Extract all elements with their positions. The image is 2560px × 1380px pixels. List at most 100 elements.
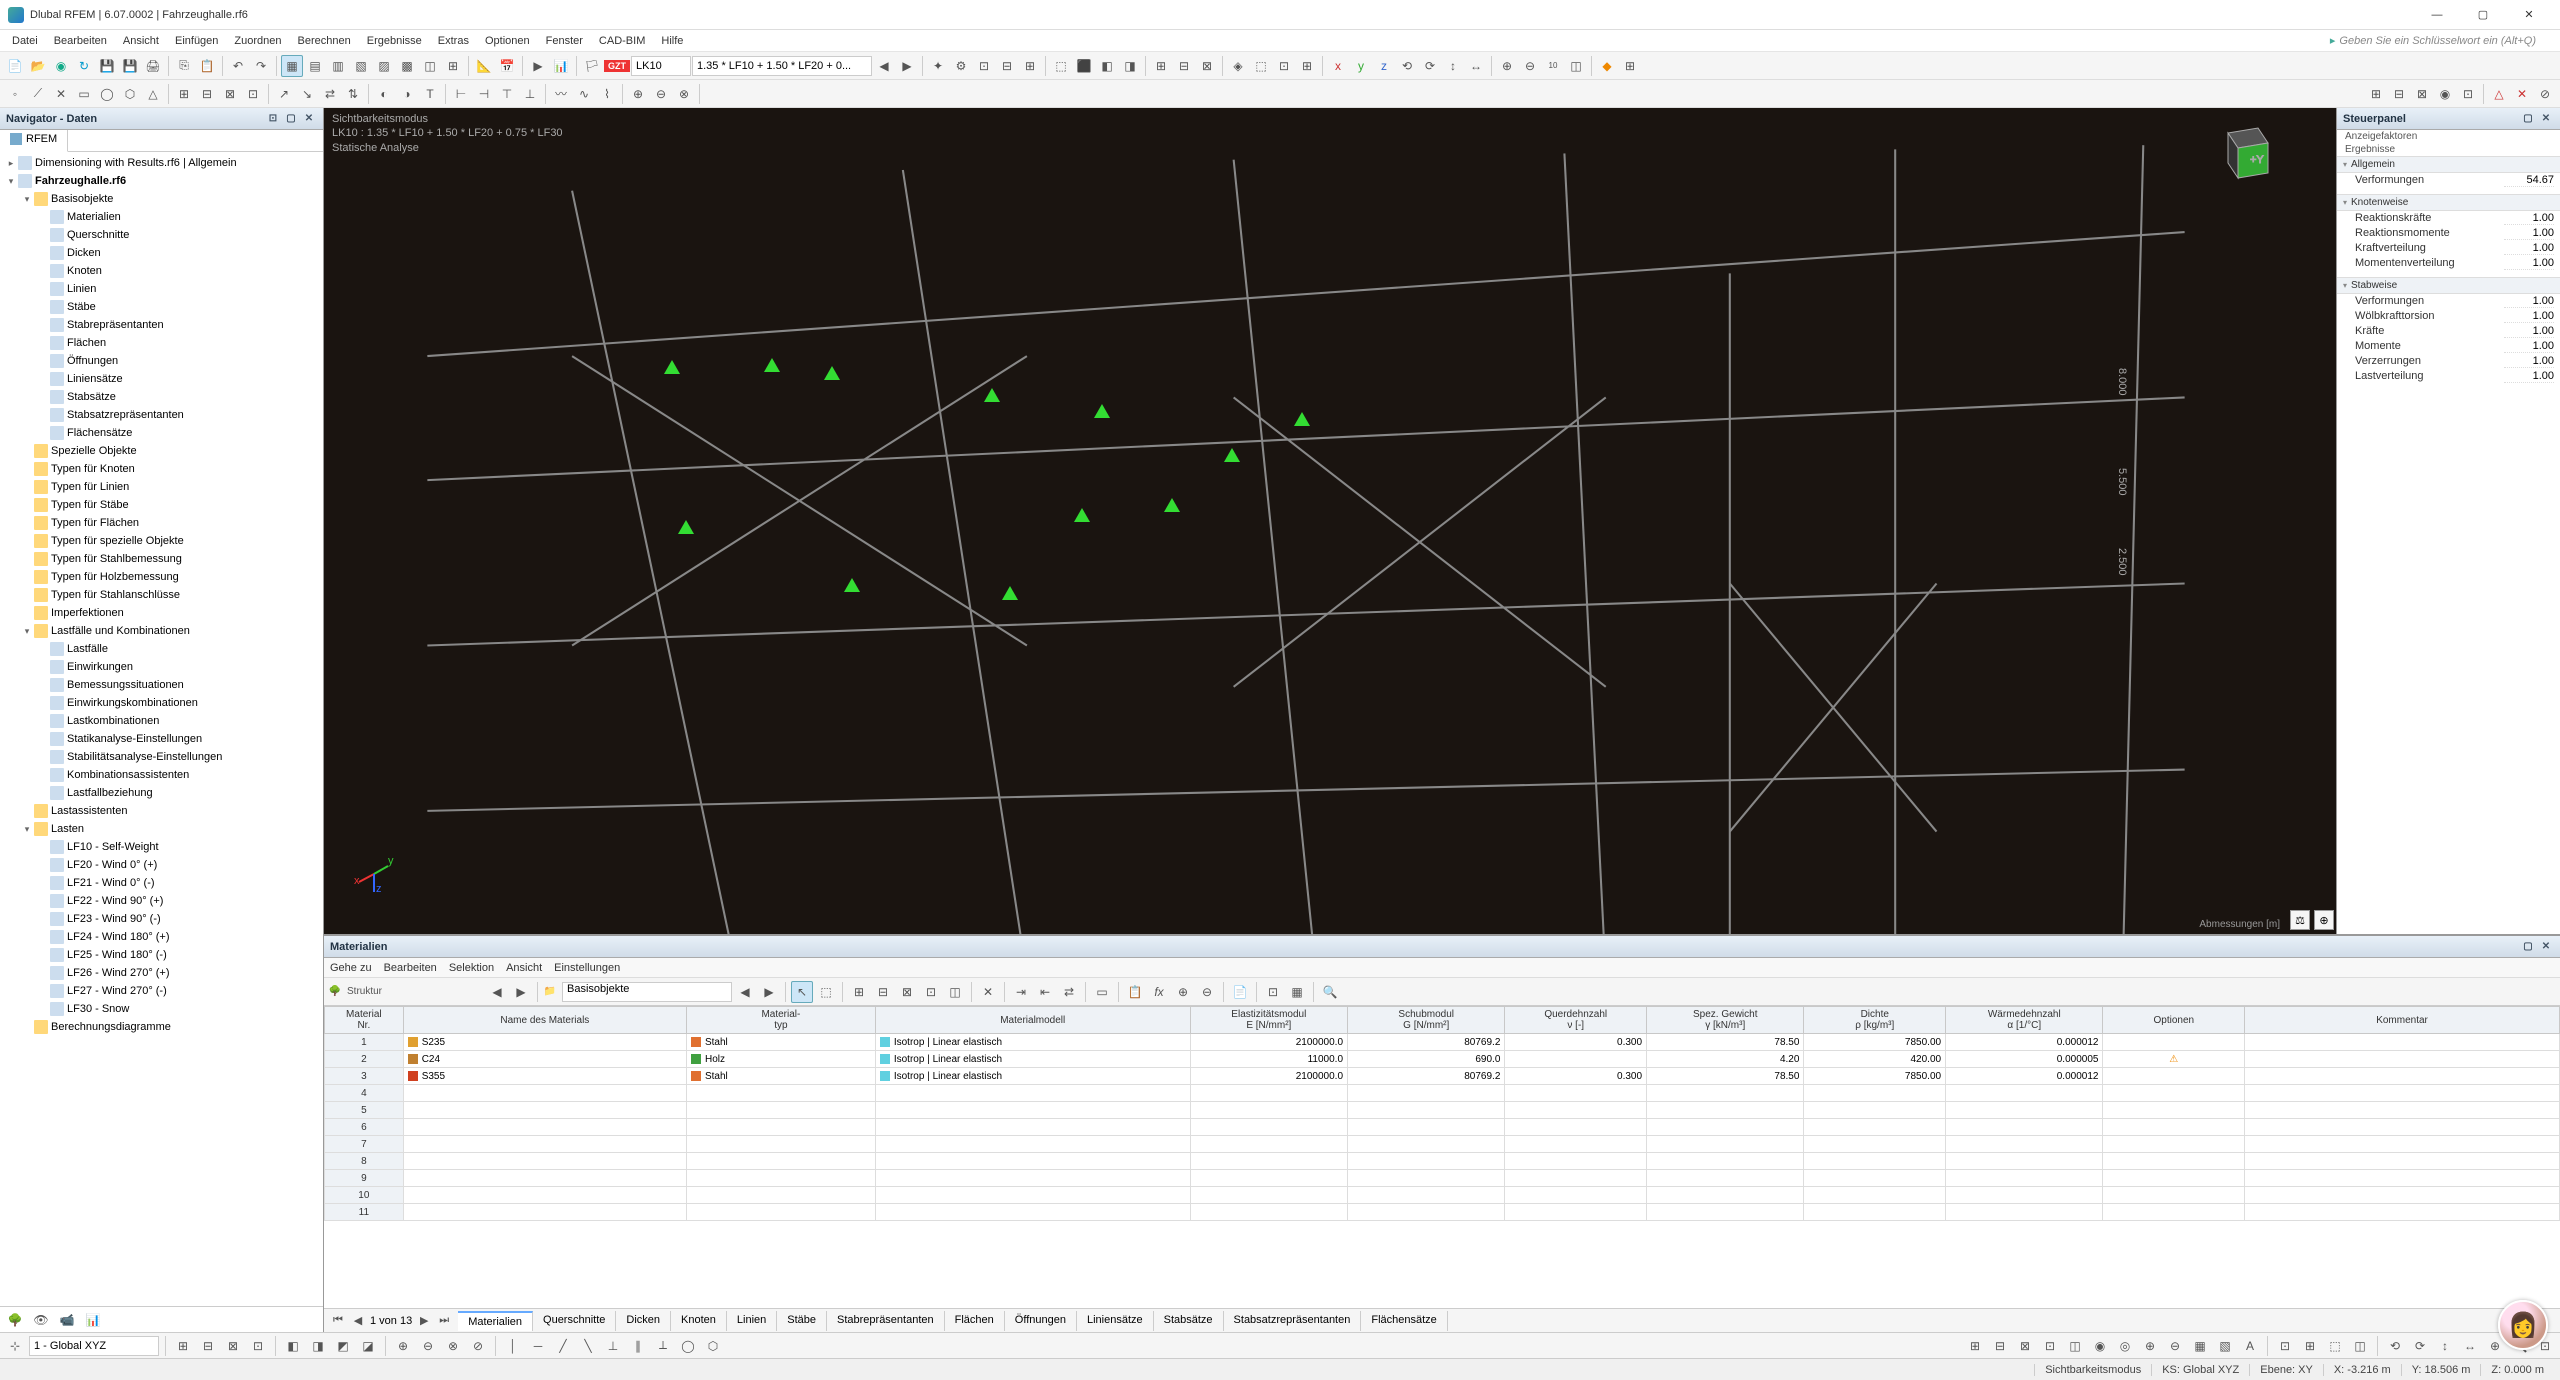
tree-item[interactable]: Kombinationsassistenten bbox=[0, 766, 323, 784]
lt-i-icon[interactable]: ▭ bbox=[1091, 981, 1113, 1003]
col-header[interactable]: SchubmodulG [N/mm²] bbox=[1348, 1007, 1505, 1034]
tree-item[interactable]: Flächensätze bbox=[0, 424, 323, 442]
sp-row[interactable]: Verzerrungen1.00 bbox=[2337, 354, 2560, 369]
lower-tab[interactable]: Querschnitte bbox=[533, 1311, 616, 1331]
t2-22-icon[interactable]: ⊥ bbox=[519, 83, 541, 105]
t2-14-icon[interactable]: ⇄ bbox=[319, 83, 341, 105]
bt-12-icon[interactable]: ⊘ bbox=[467, 1335, 489, 1357]
sp-row[interactable]: Kraftverteilung1.00 bbox=[2337, 241, 2560, 256]
table-row[interactable]: 9 bbox=[325, 1170, 2560, 1187]
end-a-icon[interactable]: ◆ bbox=[1596, 55, 1618, 77]
table-row[interactable]: 8 bbox=[325, 1153, 2560, 1170]
axis-c-icon[interactable]: ↕ bbox=[1442, 55, 1464, 77]
paste-icon[interactable]: 📋 bbox=[196, 55, 218, 77]
tree-item[interactable]: ▾Fahrzeughalle.rf6 bbox=[0, 172, 323, 190]
lt-cursor-icon[interactable]: ↖ bbox=[791, 981, 813, 1003]
col-header[interactable]: Spez. Gewichtγ [kN/m³] bbox=[1647, 1007, 1804, 1034]
lt-e-icon[interactable]: ◫ bbox=[944, 981, 966, 1003]
lower-tab[interactable]: Dicken bbox=[616, 1311, 671, 1331]
tree-item[interactable]: Typen für Knoten bbox=[0, 460, 323, 478]
navtab-data-icon[interactable]: 🌳 bbox=[4, 1309, 26, 1331]
copy-icon[interactable]: ⎘ bbox=[173, 55, 195, 77]
box-icon[interactable]: ⬚ bbox=[1250, 55, 1272, 77]
lt-k-icon[interactable]: ⊕ bbox=[1172, 981, 1194, 1003]
view7-icon[interactable]: ◫ bbox=[419, 55, 441, 77]
pg-next-icon[interactable]: ▶ bbox=[416, 1314, 432, 1327]
menu-berechnen[interactable]: Berechnen bbox=[290, 33, 359, 49]
t2-8-icon[interactable]: ⊞ bbox=[173, 83, 195, 105]
bt-1-icon[interactable]: ⊞ bbox=[172, 1335, 194, 1357]
disp-d-icon[interactable]: ◨ bbox=[1119, 55, 1141, 77]
t2-9-icon[interactable]: ⊟ bbox=[196, 83, 218, 105]
menu-fenster[interactable]: Fenster bbox=[538, 33, 591, 49]
lt-prev-icon[interactable]: ◀ bbox=[486, 981, 508, 1003]
open-icon[interactable]: 📂 bbox=[27, 55, 49, 77]
t2-vis3-icon[interactable]: ⊠ bbox=[2411, 83, 2433, 105]
misc-num-icon[interactable]: 10 bbox=[1542, 55, 1564, 77]
tree-item[interactable]: Dicken bbox=[0, 244, 323, 262]
tree-item[interactable]: LF10 - Self-Weight bbox=[0, 838, 323, 856]
viewcube[interactable]: +Y bbox=[2208, 118, 2278, 188]
print-icon[interactable]: 🖨 bbox=[142, 55, 164, 77]
bt-15-icon[interactable]: ╱ bbox=[552, 1335, 574, 1357]
t2-vis5-icon[interactable]: ⊡ bbox=[2457, 83, 2479, 105]
t2-x-icon[interactable]: ✕ bbox=[2511, 83, 2533, 105]
col-header[interactable]: Kommentar bbox=[2245, 1007, 2560, 1034]
t2-16-icon[interactable]: ◐ bbox=[373, 83, 395, 105]
t2-20-icon[interactable]: ⊣ bbox=[473, 83, 495, 105]
lt-g-icon[interactable]: ⇤ bbox=[1034, 981, 1056, 1003]
tree-item[interactable]: LF22 - Wind 90° (+) bbox=[0, 892, 323, 910]
sp-row[interactable]: Verformungen1.00 bbox=[2337, 294, 2560, 309]
vp-balance-icon[interactable]: ⚖ bbox=[2290, 910, 2310, 930]
bt-r4-icon[interactable]: ⊡ bbox=[2039, 1335, 2061, 1357]
t2-19-icon[interactable]: ⊢ bbox=[450, 83, 472, 105]
table-row[interactable]: 4 bbox=[325, 1085, 2560, 1102]
tree-item[interactable]: LF21 - Wind 0° (-) bbox=[0, 874, 323, 892]
sp-group[interactable]: Stabweise bbox=[2337, 277, 2560, 294]
bt-s5-icon[interactable]: ⟲ bbox=[2384, 1335, 2406, 1357]
t2-28-icon[interactable]: ⊗ bbox=[673, 83, 695, 105]
lower-tab[interactable]: Flächensätze bbox=[1361, 1311, 1447, 1331]
t2-23-icon[interactable]: 〰 bbox=[550, 83, 572, 105]
bt-16-icon[interactable]: ╲ bbox=[577, 1335, 599, 1357]
sp-row[interactable]: Kräfte1.00 bbox=[2337, 324, 2560, 339]
tree-item[interactable]: Typen für Holzbemessung bbox=[0, 568, 323, 586]
gzt-badge[interactable]: GZT bbox=[604, 60, 630, 72]
bt-r6-icon[interactable]: ◉ bbox=[2089, 1335, 2111, 1357]
lt-n-icon[interactable]: ⊡ bbox=[1262, 981, 1284, 1003]
tree-item[interactable]: ▾Lastfälle und Kombinationen bbox=[0, 622, 323, 640]
t2-vis2-icon[interactable]: ⊟ bbox=[2388, 83, 2410, 105]
pg-first-icon[interactable]: ⏮ bbox=[330, 1314, 346, 1327]
lower-tab[interactable]: Öffnungen bbox=[1005, 1311, 1077, 1331]
lower-tab[interactable]: Knoten bbox=[671, 1311, 727, 1331]
sp-group[interactable]: Allgemein bbox=[2337, 156, 2560, 173]
axis-y-icon[interactable]: y bbox=[1350, 55, 1372, 77]
sp-row[interactable]: Reaktionskräfte1.00 bbox=[2337, 211, 2560, 226]
bt-2-icon[interactable]: ⊟ bbox=[197, 1335, 219, 1357]
lt-f-icon[interactable]: ⇥ bbox=[1010, 981, 1032, 1003]
bt-3-icon[interactable]: ⊠ bbox=[222, 1335, 244, 1357]
menu-extras[interactable]: Extras bbox=[430, 33, 477, 49]
col-header[interactable]: Material-typ bbox=[686, 1007, 875, 1034]
tree-item[interactable]: LF23 - Wind 90° (-) bbox=[0, 910, 323, 928]
misc-b-icon[interactable]: ⊖ bbox=[1519, 55, 1541, 77]
bt-r8-icon[interactable]: ⊕ bbox=[2139, 1335, 2161, 1357]
tree-item[interactable]: LF26 - Wind 270° (+) bbox=[0, 964, 323, 982]
view1-icon[interactable]: ▦ bbox=[281, 55, 303, 77]
disp-b-icon[interactable]: ⬛ bbox=[1073, 55, 1095, 77]
menu-hilfe[interactable]: Hilfe bbox=[653, 33, 691, 49]
tree-item[interactable]: Stabsätze bbox=[0, 388, 323, 406]
lt-sel-icon[interactable]: ⬚ bbox=[815, 981, 837, 1003]
lower-tab[interactable]: Liniensätze bbox=[1077, 1311, 1154, 1331]
lt-n2-icon[interactable]: ▶ bbox=[758, 981, 780, 1003]
table-row[interactable]: 1S235StahlIsotrop | Linear elastisch2100… bbox=[325, 1034, 2560, 1051]
menu-einfügen[interactable]: Einfügen bbox=[167, 33, 226, 49]
calc-icon[interactable]: ▶ bbox=[527, 55, 549, 77]
bt-s1-icon[interactable]: ⊡ bbox=[2274, 1335, 2296, 1357]
next-icon[interactable]: ▶ bbox=[896, 55, 918, 77]
lower-tab[interactable]: Linien bbox=[727, 1311, 777, 1331]
bt-r1-icon[interactable]: ⊞ bbox=[1964, 1335, 1986, 1357]
search-hint[interactable]: Geben Sie ein Schlüsselwort ein (Alt+Q) bbox=[2339, 35, 2556, 47]
box3-icon[interactable]: ⊞ bbox=[1296, 55, 1318, 77]
bt-s4-icon[interactable]: ◫ bbox=[2349, 1335, 2371, 1357]
